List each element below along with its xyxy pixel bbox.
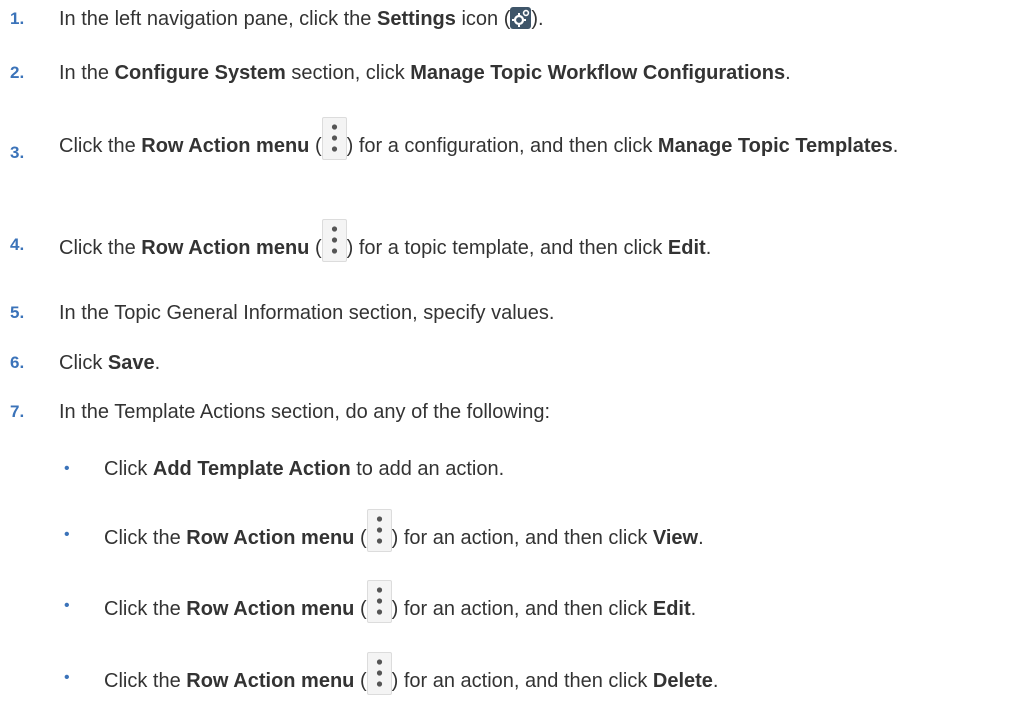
- bullet: •: [64, 597, 70, 614]
- step-text: Click the Row Action menu () for a topic…: [59, 219, 1036, 262]
- procedure-document: 1. In the left navigation pane, click th…: [0, 0, 1036, 707]
- kebab-menu-icon: [366, 509, 392, 552]
- step-text: In the left navigation pane, click the S…: [59, 7, 544, 30]
- step-number: 4.: [10, 235, 25, 254]
- step-text: Click Save.: [59, 352, 161, 374]
- substep-text: Click the Row Action menu () for an acti…: [104, 652, 1036, 695]
- kebab-menu-icon: [321, 219, 347, 262]
- kebab-menu-icon: [321, 117, 347, 160]
- step-number: 7.: [10, 402, 25, 421]
- substep-text: Click the Row Action menu () for an acti…: [104, 509, 1036, 552]
- bullet: •: [64, 460, 70, 477]
- step-text: In the Template Actions section, do any …: [59, 401, 551, 423]
- step-number: 2.: [10, 63, 25, 82]
- substep-text: Click the Row Action menu () for an acti…: [104, 580, 1036, 623]
- step-number: 3.: [10, 143, 25, 162]
- kebab-menu-icon: [366, 652, 392, 695]
- step-number: 6.: [10, 353, 25, 372]
- step-text: In the Topic General Information section…: [59, 302, 555, 324]
- bullet: •: [64, 526, 70, 543]
- kebab-menu-icon: [366, 580, 392, 623]
- bullet: •: [64, 669, 70, 686]
- step-text: In the Configure System section, click M…: [59, 62, 791, 84]
- step-number: 1.: [10, 9, 25, 28]
- step-number: 5.: [10, 303, 25, 322]
- settings-label: Settings: [376, 8, 456, 30]
- gear-icon: [510, 7, 532, 29]
- substep-text: Click Add Template Action to add an acti…: [104, 458, 505, 480]
- step-text: Click the Row Action menu () for a confi…: [59, 117, 1036, 160]
